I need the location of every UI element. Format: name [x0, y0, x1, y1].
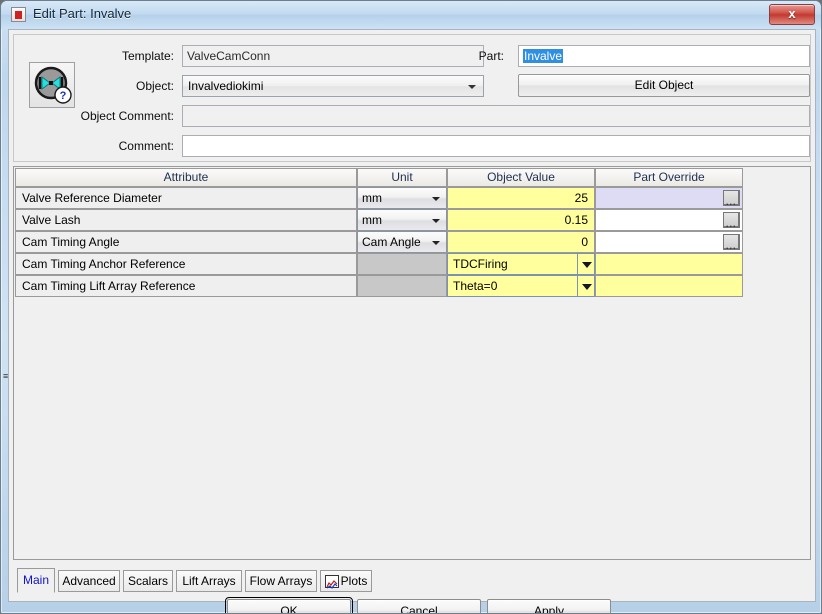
object-label: Object:: [135, 79, 174, 93]
chevron-down-icon: [432, 219, 440, 223]
chevron-down-icon: [432, 241, 440, 245]
unit-dropdown-value: mm: [362, 213, 382, 227]
title-bar: Edit Part: Invalve x: [1, 1, 821, 29]
part-override-cell[interactable]: [595, 275, 743, 297]
window-title: Edit Part: Invalve: [33, 6, 132, 21]
unit-cell-disabled: [357, 275, 447, 297]
chevron-down-icon: [432, 197, 440, 201]
object-comment-label: Object Comment:: [80, 109, 174, 123]
tab-label: Flow Arrays: [249, 574, 313, 588]
unit-dropdown-value: mm: [362, 191, 382, 205]
client-area: ? Template: ValveCamConn Object: Invalve…: [8, 29, 816, 613]
part-input[interactable]: Invalve: [518, 45, 810, 67]
part-input-value: Invalve: [523, 49, 564, 63]
chevron-down-icon: [468, 85, 476, 89]
part-label: Part:: [478, 49, 504, 63]
unit-cell-disabled: [357, 253, 447, 275]
ok-button[interactable]: OK: [225, 597, 353, 613]
part-override-cell[interactable]: ...: [595, 231, 743, 253]
tab-plots[interactable]: Plots: [320, 570, 372, 592]
object-value-cell[interactable]: 0.15: [447, 209, 595, 231]
close-glyph: x: [788, 6, 796, 21]
ellipsis-browse-button[interactable]: ...: [723, 234, 740, 251]
attribute-table: Attribute Unit Object Value Part Override Va…: [13, 166, 811, 560]
part-override-cell[interactable]: [595, 253, 743, 275]
column-header-attribute[interactable]: Attribute: [15, 168, 357, 187]
object-value-text: TDCFiring: [453, 257, 508, 271]
cancel-button[interactable]: Cancel: [357, 599, 481, 613]
object-comment-field: [182, 105, 810, 127]
tab-lift-arrays[interactable]: Lift Arrays: [176, 570, 242, 592]
ellipsis-glyph: ...: [726, 241, 737, 251]
chevron-down-icon[interactable]: [577, 276, 594, 296]
column-header-unit[interactable]: Unit: [357, 168, 447, 187]
ellipsis-glyph: ...: [726, 219, 737, 229]
unit-dropdown[interactable]: Cam Angle: [357, 231, 447, 253]
tab-label: Scalars: [127, 574, 168, 588]
object-value-cell[interactable]: 25: [447, 187, 595, 209]
attribute-name-cell: Cam Timing Angle: [15, 231, 357, 253]
ellipsis-browse-button[interactable]: ...: [723, 212, 740, 229]
unit-dropdown[interactable]: mm: [357, 209, 447, 231]
object-value-dropdown[interactable]: Theta=0: [447, 275, 595, 297]
comment-label: Comment:: [118, 139, 174, 153]
template-field: ValveCamConn: [182, 45, 484, 67]
tab-label: Lift Arrays: [182, 574, 236, 588]
ellipsis-glyph: ...: [726, 197, 737, 207]
object-value-cell[interactable]: 0: [447, 231, 595, 253]
tab-scalars[interactable]: Scalars: [123, 570, 173, 592]
column-header-object-value[interactable]: Object Value: [447, 168, 595, 187]
attribute-name-cell: Valve Reference Diameter: [15, 187, 357, 209]
chevron-down-icon[interactable]: [577, 254, 594, 274]
ellipsis-browse-button[interactable]: ...: [723, 190, 740, 207]
object-dropdown[interactable]: Invalvediokimi: [182, 75, 484, 97]
template-label: Template:: [121, 49, 174, 63]
unit-dropdown-value: Cam Angle: [362, 235, 421, 249]
object-value-text: Theta=0: [453, 279, 498, 293]
tab-label: Plots: [340, 574, 368, 588]
tab-main[interactable]: Main: [17, 568, 55, 593]
close-icon[interactable]: x: [769, 4, 815, 25]
edit-object-button[interactable]: Edit Object: [518, 74, 810, 97]
attribute-name-cell: Cam Timing Lift Array Reference: [15, 275, 357, 297]
comment-field[interactable]: [182, 135, 810, 157]
attribute-name-cell: Cam Timing Anchor Reference: [15, 253, 357, 275]
column-header-part-override[interactable]: Part Override: [595, 168, 743, 187]
object-value-dropdown[interactable]: TDCFiring: [447, 253, 595, 275]
part-override-cell[interactable]: ...: [595, 187, 743, 209]
unit-dropdown[interactable]: mm: [357, 187, 447, 209]
plot-chart-icon: [325, 575, 339, 589]
object-dropdown-value: Invalvediokimi: [188, 79, 264, 93]
edit-part-window: Edit Part: Invalve x ≡ ? Template: Valve…: [0, 0, 822, 614]
apply-button[interactable]: Apply: [487, 599, 611, 613]
tab-label: Main: [22, 573, 49, 587]
app-icon: [11, 7, 26, 22]
attribute-name-cell: Valve Lash: [15, 209, 357, 231]
tab-label: Advanced: [62, 574, 116, 588]
tab-flow-arrays[interactable]: Flow Arrays: [245, 570, 317, 592]
part-form-panel: ? Template: ValveCamConn Object: Invalve…: [13, 34, 811, 162]
part-override-cell[interactable]: ...: [595, 209, 743, 231]
tab-advanced[interactable]: Advanced: [58, 570, 120, 592]
